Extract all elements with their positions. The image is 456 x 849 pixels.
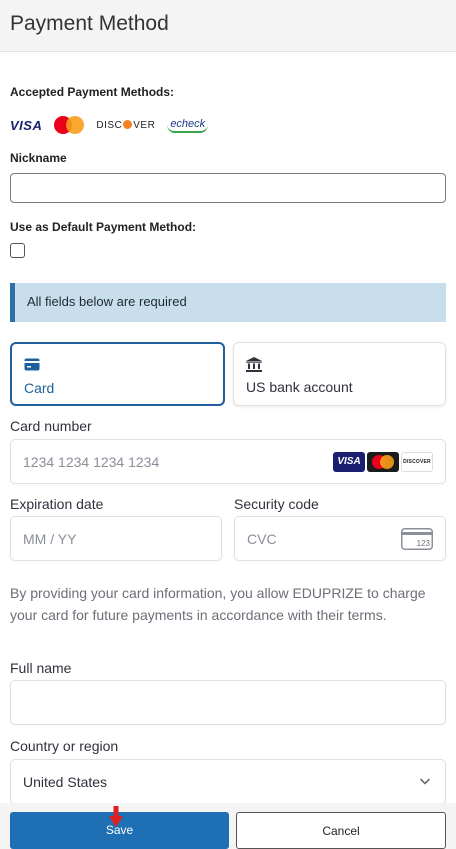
nickname-label: Nickname — [10, 151, 67, 165]
mastercard-logo-icon — [54, 116, 85, 134]
expiration-placeholder: MM / YY — [23, 531, 77, 547]
page-title: Payment Method — [10, 12, 169, 35]
discover-logo-icon: DISC VER — [96, 119, 156, 131]
notice-accent-bar — [10, 283, 15, 322]
country-label: Country or region — [10, 738, 119, 754]
cancel-button[interactable]: Cancel — [236, 812, 446, 849]
page-header: Payment Method — [0, 0, 456, 52]
card-number-label: Card number — [10, 418, 92, 434]
security-code-label: Security code — [234, 496, 319, 512]
card-number-input[interactable]: 1234 1234 1234 1234 VISA DISCOVER — [10, 439, 446, 484]
default-method-checkbox[interactable] — [10, 243, 25, 258]
echeck-logo-icon: echeck — [167, 118, 209, 133]
accepted-brands: VISA DISC VER echeck — [10, 114, 209, 136]
country-selected-value: United States — [23, 774, 108, 790]
discover-badge-icon: DISCOVER — [401, 452, 433, 472]
chevron-down-icon — [419, 778, 431, 785]
accepted-methods-label: Accepted Payment Methods: — [10, 85, 175, 99]
full-name-label: Full name — [10, 660, 72, 676]
notice-text: All fields below are required — [27, 294, 187, 309]
card-icon — [24, 358, 40, 371]
tab-us-bank-account[interactable]: US bank account — [233, 342, 446, 406]
mastercard-badge-icon — [367, 452, 399, 472]
required-fields-notice: All fields below are required — [10, 283, 446, 322]
default-method-label: Use as Default Payment Method: — [10, 220, 197, 234]
expiration-date-input[interactable]: MM / YY — [10, 516, 222, 561]
tab-card-label: Card — [24, 380, 55, 396]
nickname-input[interactable] — [10, 173, 446, 203]
country-select[interactable]: United States — [10, 759, 446, 804]
red-arrow-pointer-icon — [109, 806, 123, 827]
card-number-placeholder: 1234 1234 1234 1234 — [23, 454, 160, 470]
visa-logo-icon: VISA — [10, 117, 43, 133]
cvc-icon-text: 123 — [417, 539, 431, 548]
visa-badge-icon: VISA — [333, 452, 365, 472]
expiration-date-label: Expiration date — [10, 496, 104, 512]
cvc-card-icon: 123 — [401, 528, 433, 550]
security-code-input[interactable]: CVC 123 — [234, 516, 446, 561]
full-name-input[interactable] — [10, 680, 446, 725]
tab-card[interactable]: Card — [10, 342, 225, 406]
tab-bank-label: US bank account — [246, 379, 353, 395]
bank-icon — [246, 357, 262, 372]
cvc-placeholder: CVC — [247, 531, 277, 547]
terms-text: By providing your card information, you … — [10, 585, 426, 623]
